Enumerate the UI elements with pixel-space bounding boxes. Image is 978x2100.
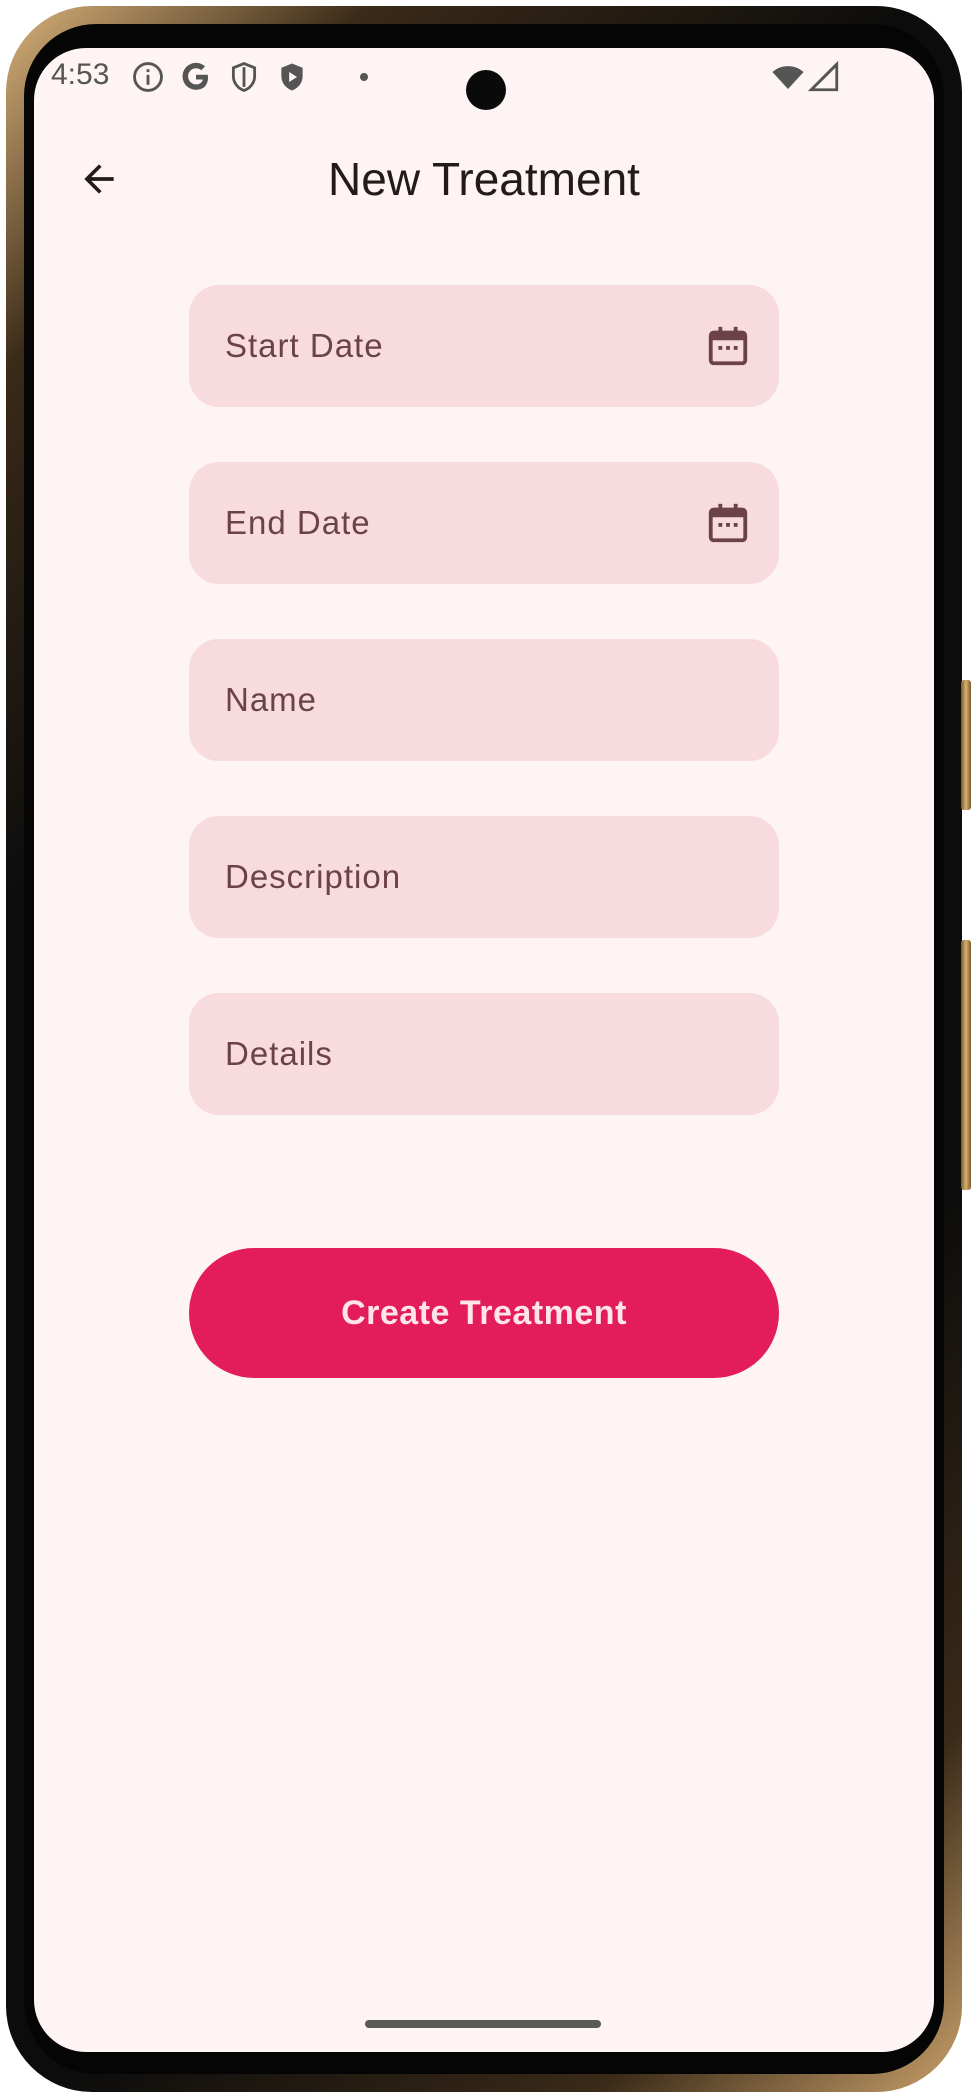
start-date-label: Start Date xyxy=(225,327,384,364)
google-icon xyxy=(182,62,209,90)
details-field[interactable]: Details xyxy=(189,993,779,1115)
back-button[interactable] xyxy=(64,144,134,214)
name-label: Name xyxy=(225,681,318,718)
play-shield-icon xyxy=(281,63,303,91)
wifi-icon xyxy=(772,66,804,90)
description-field[interactable]: Description xyxy=(189,816,779,938)
end-date-label: End Date xyxy=(225,504,371,541)
arrow-back-icon xyxy=(84,164,114,194)
dot-icon xyxy=(360,73,368,81)
name-field[interactable]: Name xyxy=(189,639,779,761)
signal-icon xyxy=(807,60,839,92)
front-camera xyxy=(466,70,506,110)
app-screen: 4:53 New Treatment Start Date End Date N… xyxy=(34,48,934,2052)
start-date-field[interactable]: Start Date xyxy=(189,285,779,407)
calendar-icon[interactable] xyxy=(705,323,751,369)
info-icon xyxy=(133,62,163,92)
device-volume-button xyxy=(961,680,971,810)
details-label: Details xyxy=(225,1035,333,1072)
description-label: Description xyxy=(225,858,402,895)
end-date-field[interactable]: End Date xyxy=(189,462,779,584)
device-power-button xyxy=(961,940,971,1190)
status-time: 4:53 xyxy=(51,58,110,91)
home-indicator[interactable] xyxy=(365,2020,601,2028)
create-treatment-button[interactable]: Create Treatment xyxy=(189,1248,779,1378)
page-title: New Treatment xyxy=(328,153,640,205)
shield-icon xyxy=(231,62,257,92)
calendar-icon[interactable] xyxy=(705,500,751,546)
